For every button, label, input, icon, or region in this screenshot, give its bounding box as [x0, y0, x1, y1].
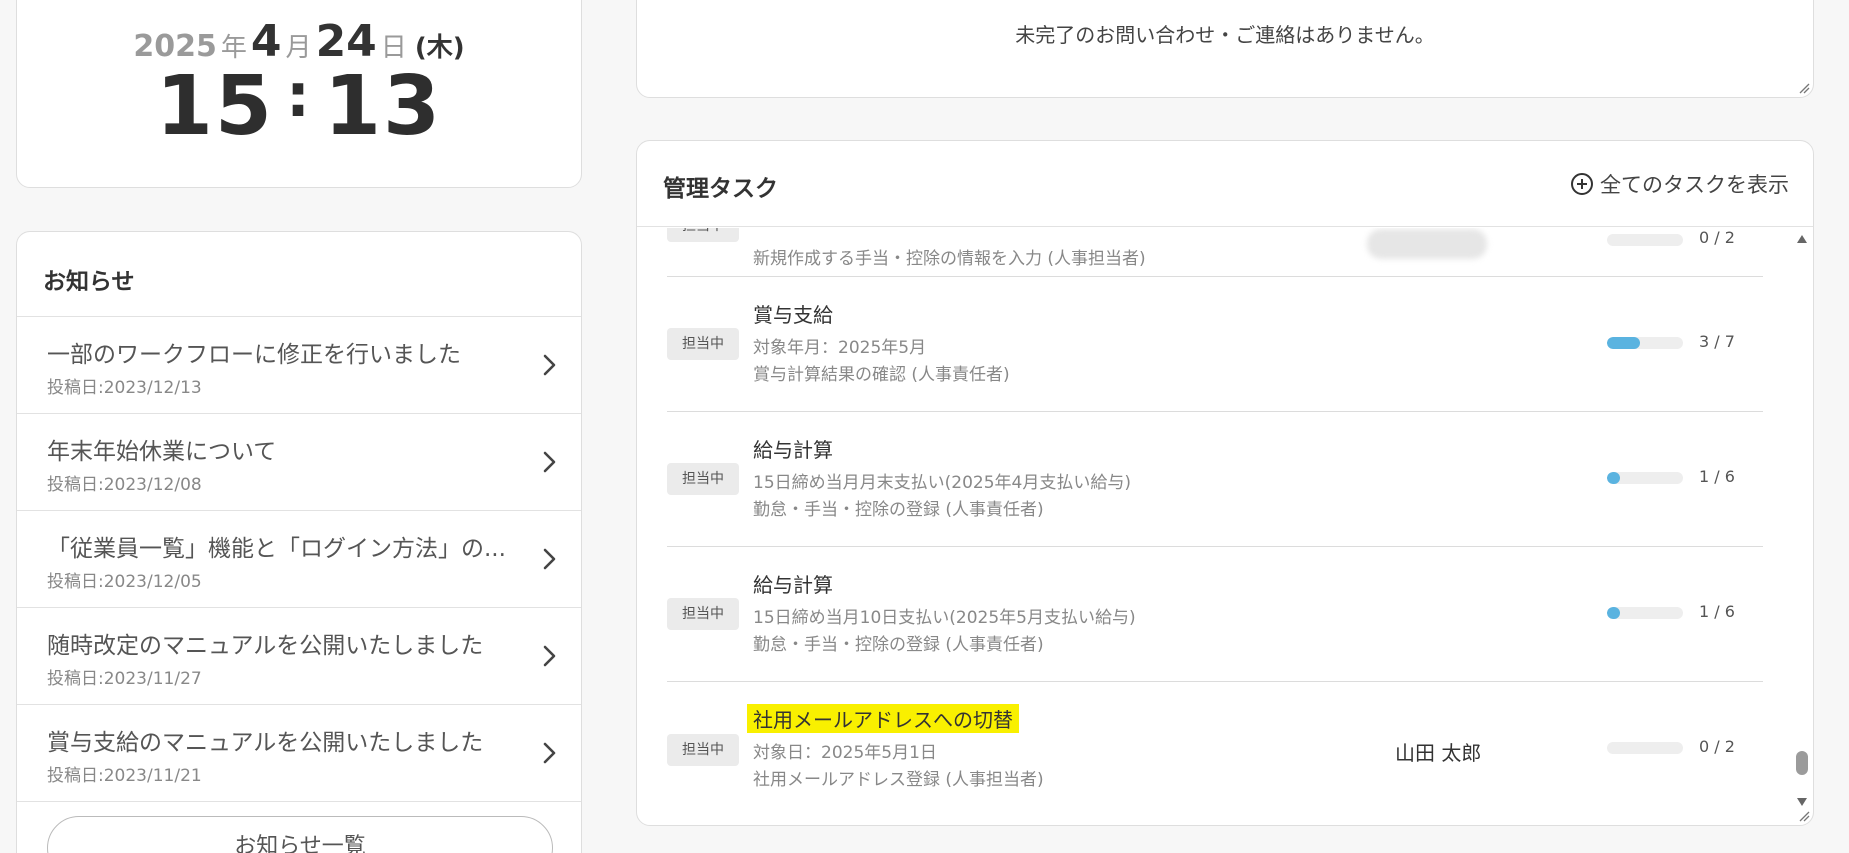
chevron-right-icon	[543, 548, 556, 570]
chevron-right-icon	[543, 451, 556, 473]
task-target: 対象日：2025年5月1日	[753, 743, 937, 763]
news-item-title: 年末年始休業について	[47, 439, 277, 465]
show-all-tasks-label: 全てのタスクを表示	[1600, 173, 1789, 197]
task-count: 1 / 6	[1699, 467, 1735, 486]
task-row[interactable]: 担当中 給与計算 15日締め当月10日支払い(2025年5月支払い給与) 勤怠・…	[667, 547, 1763, 682]
task-step: 新規作成する手当・控除の情報を入力 (人事担当者)	[753, 249, 1146, 269]
scroll-up-icon[interactable]	[1796, 234, 1808, 244]
task-list-scrollbar[interactable]	[1791, 228, 1813, 825]
news-item-date: 投稿日:2023/11/27	[47, 669, 202, 689]
clock-card: 2025 年4 月24 日 (木) 15:13	[16, 0, 582, 188]
task-target: 15日締め当月10日支払い(2025年5月支払い給与)	[753, 608, 1136, 628]
chevron-right-icon	[543, 645, 556, 667]
news-card: お知らせ 一部のワークフローに修正を行いました 投稿日:2023/12/13 年…	[16, 231, 582, 853]
task-step: 勤怠・手当・控除の登録 (人事責任者)	[753, 500, 1044, 520]
task-progress-bar	[1607, 607, 1683, 619]
task-name: 給与計算	[753, 438, 833, 462]
news-item[interactable]: 一部のワークフローに修正を行いました 投稿日:2023/12/13	[17, 317, 581, 414]
task-count: 1 / 6	[1699, 602, 1735, 621]
task-row[interactable]: 担当中 給与計算 15日締め当月月末支払い(2025年4月支払い給与) 勤怠・手…	[667, 412, 1763, 547]
news-item-date: 投稿日:2023/12/13	[47, 378, 202, 398]
task-row[interactable]: 担当中 新規作成する手当・控除の情報を入力 (人事担当者) 0 / 2	[667, 228, 1763, 277]
task-step: 勤怠・手当・控除の登録 (人事責任者)	[753, 635, 1044, 655]
inquiry-message: 未完了のお問い合わせ・ご連絡はありません。	[1015, 23, 1435, 47]
tasks-header: 管理タスク 全てのタスクを表示	[637, 141, 1813, 227]
task-progress-bar	[1607, 337, 1683, 349]
blurred-assignee	[1367, 229, 1487, 259]
time-colon: :	[286, 61, 312, 131]
news-item-title: 賞与支給のマニュアルを公開いたしました	[47, 730, 484, 756]
task-step: 賞与計算結果の確認 (人事責任者)	[753, 365, 1010, 385]
hour: 15	[155, 59, 274, 154]
tasks-title: 管理タスク	[663, 176, 778, 202]
news-list-button[interactable]: お知らせ一覧	[47, 816, 553, 853]
task-name: 社用メールアドレスへの切替	[747, 704, 1019, 733]
task-row[interactable]: 担当中 賞与支給 対象年月：2025年5月 賞与計算結果の確認 (人事責任者) …	[667, 277, 1763, 412]
news-item[interactable]: 賞与支給のマニュアルを公開いたしました 投稿日:2023/11/21	[17, 705, 581, 802]
news-item-title: 一部のワークフローに修正を行いました	[47, 342, 461, 368]
task-progress-bar	[1607, 234, 1683, 246]
minute: 13	[324, 59, 443, 154]
task-name: 賞与支給	[753, 303, 833, 327]
news-title: お知らせ	[43, 269, 135, 295]
task-row[interactable]: 担当中 社用メールアドレスへの切替 対象日：2025年5月1日 社用メールアドレ…	[667, 682, 1763, 817]
chevron-right-icon	[543, 742, 556, 764]
news-item-date: 投稿日:2023/12/05	[47, 572, 202, 592]
show-all-tasks-link[interactable]: 全てのタスクを表示	[1570, 169, 1789, 199]
status-badge: 担当中	[667, 733, 739, 766]
news-item[interactable]: 随時改定のマニュアルを公開いたしました 投稿日:2023/11/27	[17, 608, 581, 705]
task-count: 0 / 2	[1699, 228, 1735, 247]
news-item-date: 投稿日:2023/11/21	[47, 766, 202, 786]
status-badge: 担当中	[667, 228, 739, 242]
news-item[interactable]: 年末年始休業について 投稿日:2023/12/08	[17, 414, 581, 511]
task-list: 担当中 新規作成する手当・控除の情報を入力 (人事担当者) 0 / 2 担当中 …	[637, 228, 1813, 825]
scroll-down-icon[interactable]	[1796, 797, 1808, 807]
news-item[interactable]: 「従業員一覧」機能と「ログイン方法」の... 投稿日:2023/12/05	[17, 511, 581, 608]
status-badge: 担当中	[667, 598, 739, 630]
task-progress-bar	[1607, 742, 1683, 754]
task-step: 社用メールアドレス登録 (人事担当者)	[753, 770, 1044, 790]
scrollbar-thumb[interactable]	[1796, 751, 1808, 775]
task-count: 0 / 2	[1699, 737, 1735, 756]
inquiry-card: 未完了のお問い合わせ・ご連絡はありません。	[636, 0, 1814, 98]
task-assignee: 山田 太郎	[1395, 741, 1482, 765]
time-display: 15:13	[17, 59, 581, 154]
chevron-right-icon	[543, 354, 556, 376]
task-target: 対象年月：2025年5月	[753, 338, 927, 358]
status-badge: 担当中	[667, 463, 739, 495]
plus-circle-icon	[1571, 173, 1593, 195]
news-list: 一部のワークフローに修正を行いました 投稿日:2023/12/13 年末年始休業…	[17, 316, 581, 802]
resize-handle-icon[interactable]	[1798, 82, 1810, 94]
status-badge: 担当中	[667, 328, 739, 360]
task-progress-bar	[1607, 472, 1683, 484]
news-item-title: 随時改定のマニュアルを公開いたしました	[47, 633, 484, 659]
task-name: 給与計算	[753, 573, 833, 597]
task-target: 15日締め当月月末支払い(2025年4月支払い給与)	[753, 473, 1131, 493]
task-count: 3 / 7	[1699, 332, 1735, 351]
news-item-title: 「従業員一覧」機能と「ログイン方法」の...	[47, 536, 506, 562]
resize-handle-icon[interactable]	[1798, 810, 1810, 822]
tasks-card: 管理タスク 全てのタスクを表示 担当中 新規作成する手当・控除の情報を入力 (人…	[636, 140, 1814, 826]
news-item-date: 投稿日:2023/12/08	[47, 475, 202, 495]
